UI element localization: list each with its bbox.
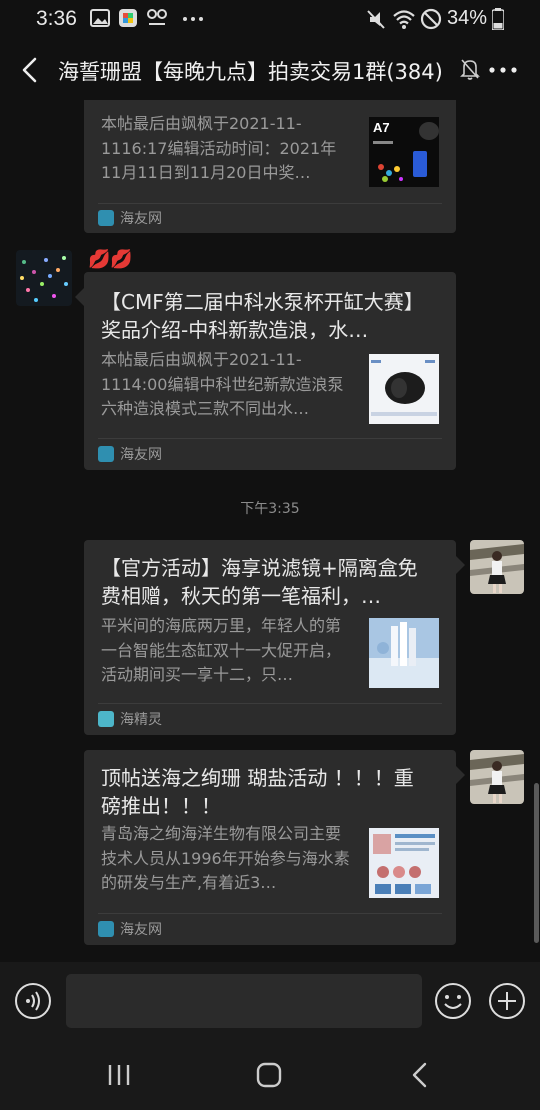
nav-back-icon[interactable] [404, 1060, 438, 1090]
plus-icon[interactable] [488, 982, 526, 1020]
more-icon[interactable] [486, 56, 520, 84]
source-logo-icon [98, 921, 114, 937]
link-card[interactable]: 顶帖送海之绚珊 瑚盐活动 ！！！重磅推出！！！ 青岛海之绚海洋生物有限公司主要技… [84, 750, 456, 945]
mute-icon [367, 10, 385, 29]
chat-header: 海誓珊盟【每晚九点】拍卖交易1群(384) [0, 40, 540, 100]
card-title: 【CMF第二届中科水泵杯开缸大赛】奖品介绍-中科新款造浪，水… [101, 290, 424, 342]
card-description: 本帖最后由飒枫于2021-11-1114:00编辑中科世纪新款造浪泵六种造浪模式… [101, 350, 344, 418]
wifi-icon [393, 10, 415, 29]
card-divider [98, 913, 442, 914]
card-title: 【官方活动】海享说滤镜+隔离盒免费相赠，秋天的第一笔福利，… [101, 556, 418, 608]
card-description: 青岛海之绚海洋生物有限公司主要技术人员从1996年开始参与海水素的研发与生产,有… [101, 824, 350, 892]
notification-icon [147, 9, 167, 25]
card-title: 顶帖送海之绚珊 瑚盐活动 ！！！重磅推出！！！ [101, 766, 414, 818]
bubble-tail [456, 766, 465, 784]
card-divider [98, 703, 442, 704]
card-description: 平米间的海底两万里，年轻人的第一台智能生态缸双十一大促开启，活动期间买一享十二，… [101, 616, 342, 684]
message-timestamp: 下午3:35 [240, 501, 300, 517]
card-thumbnail [369, 618, 439, 688]
link-card[interactable]: 【CMF第二届中科水泵杯开缸大赛】奖品介绍-中科新款造浪，水… 本帖最后由飒枫于… [84, 272, 456, 470]
source-logo-icon [98, 711, 114, 727]
source-name: 海精灵 [120, 712, 162, 728]
home-icon[interactable] [252, 1060, 286, 1090]
scrollbar[interactable] [534, 783, 539, 943]
card-source: 海友网 [98, 919, 162, 939]
battery-icon [492, 8, 504, 30]
card-divider [98, 438, 442, 439]
self-avatar[interactable] [470, 540, 524, 594]
self-avatar[interactable] [470, 750, 524, 804]
message-input[interactable] [66, 974, 422, 1028]
card-divider [98, 203, 442, 204]
card-thumbnail [369, 828, 439, 898]
input-bar [0, 962, 540, 1040]
emoji-icon[interactable] [434, 982, 472, 1020]
link-card[interactable]: 【官方活动】海享说滤镜+隔离盒免费相赠，秋天的第一笔福利，… 平米间的海底两万里… [84, 540, 456, 735]
battery-percent: 34% [447, 7, 488, 29]
chat-title: 海誓珊盟【每晚九点】拍卖交易1群(384) [58, 60, 443, 84]
link-card[interactable]: 本帖最后由飒枫于2021-11-1116:17编辑活动时间：2021年11月11… [84, 100, 456, 233]
source-name: 海友网 [120, 922, 162, 938]
voice-icon[interactable] [14, 982, 52, 1020]
source-logo-icon [98, 446, 114, 462]
recent-apps-icon[interactable] [102, 1060, 136, 1090]
back-arrow-icon[interactable] [12, 52, 48, 88]
card-description: 本帖最后由飒枫于2021-11-1116:17编辑活动时间：2021年11月11… [101, 114, 337, 182]
system-nav-bar [0, 1040, 540, 1110]
gallery-icon [90, 9, 110, 27]
source-name: 海友网 [120, 211, 162, 227]
card-source: 海精灵 [98, 709, 162, 729]
bubble-tail [75, 288, 84, 306]
sender-avatar[interactable] [16, 250, 72, 306]
status-time: 3:36 [36, 7, 77, 30]
app-notification-icon [119, 9, 137, 27]
do-not-disturb-icon [420, 8, 442, 30]
thumb-label: A7 [373, 120, 390, 135]
mute-bell-icon [460, 59, 480, 80]
status-bar: 3:36 34% [0, 0, 540, 40]
source-logo-icon [98, 210, 114, 226]
bubble-tail [456, 556, 465, 574]
card-thumbnail [369, 354, 439, 424]
sender-nickname: 💋💋 [88, 249, 133, 270]
card-source: 海友网 [98, 444, 162, 464]
more-notifications-icon [183, 17, 203, 21]
source-name: 海友网 [120, 447, 162, 463]
card-source: 海友网 [98, 208, 162, 228]
